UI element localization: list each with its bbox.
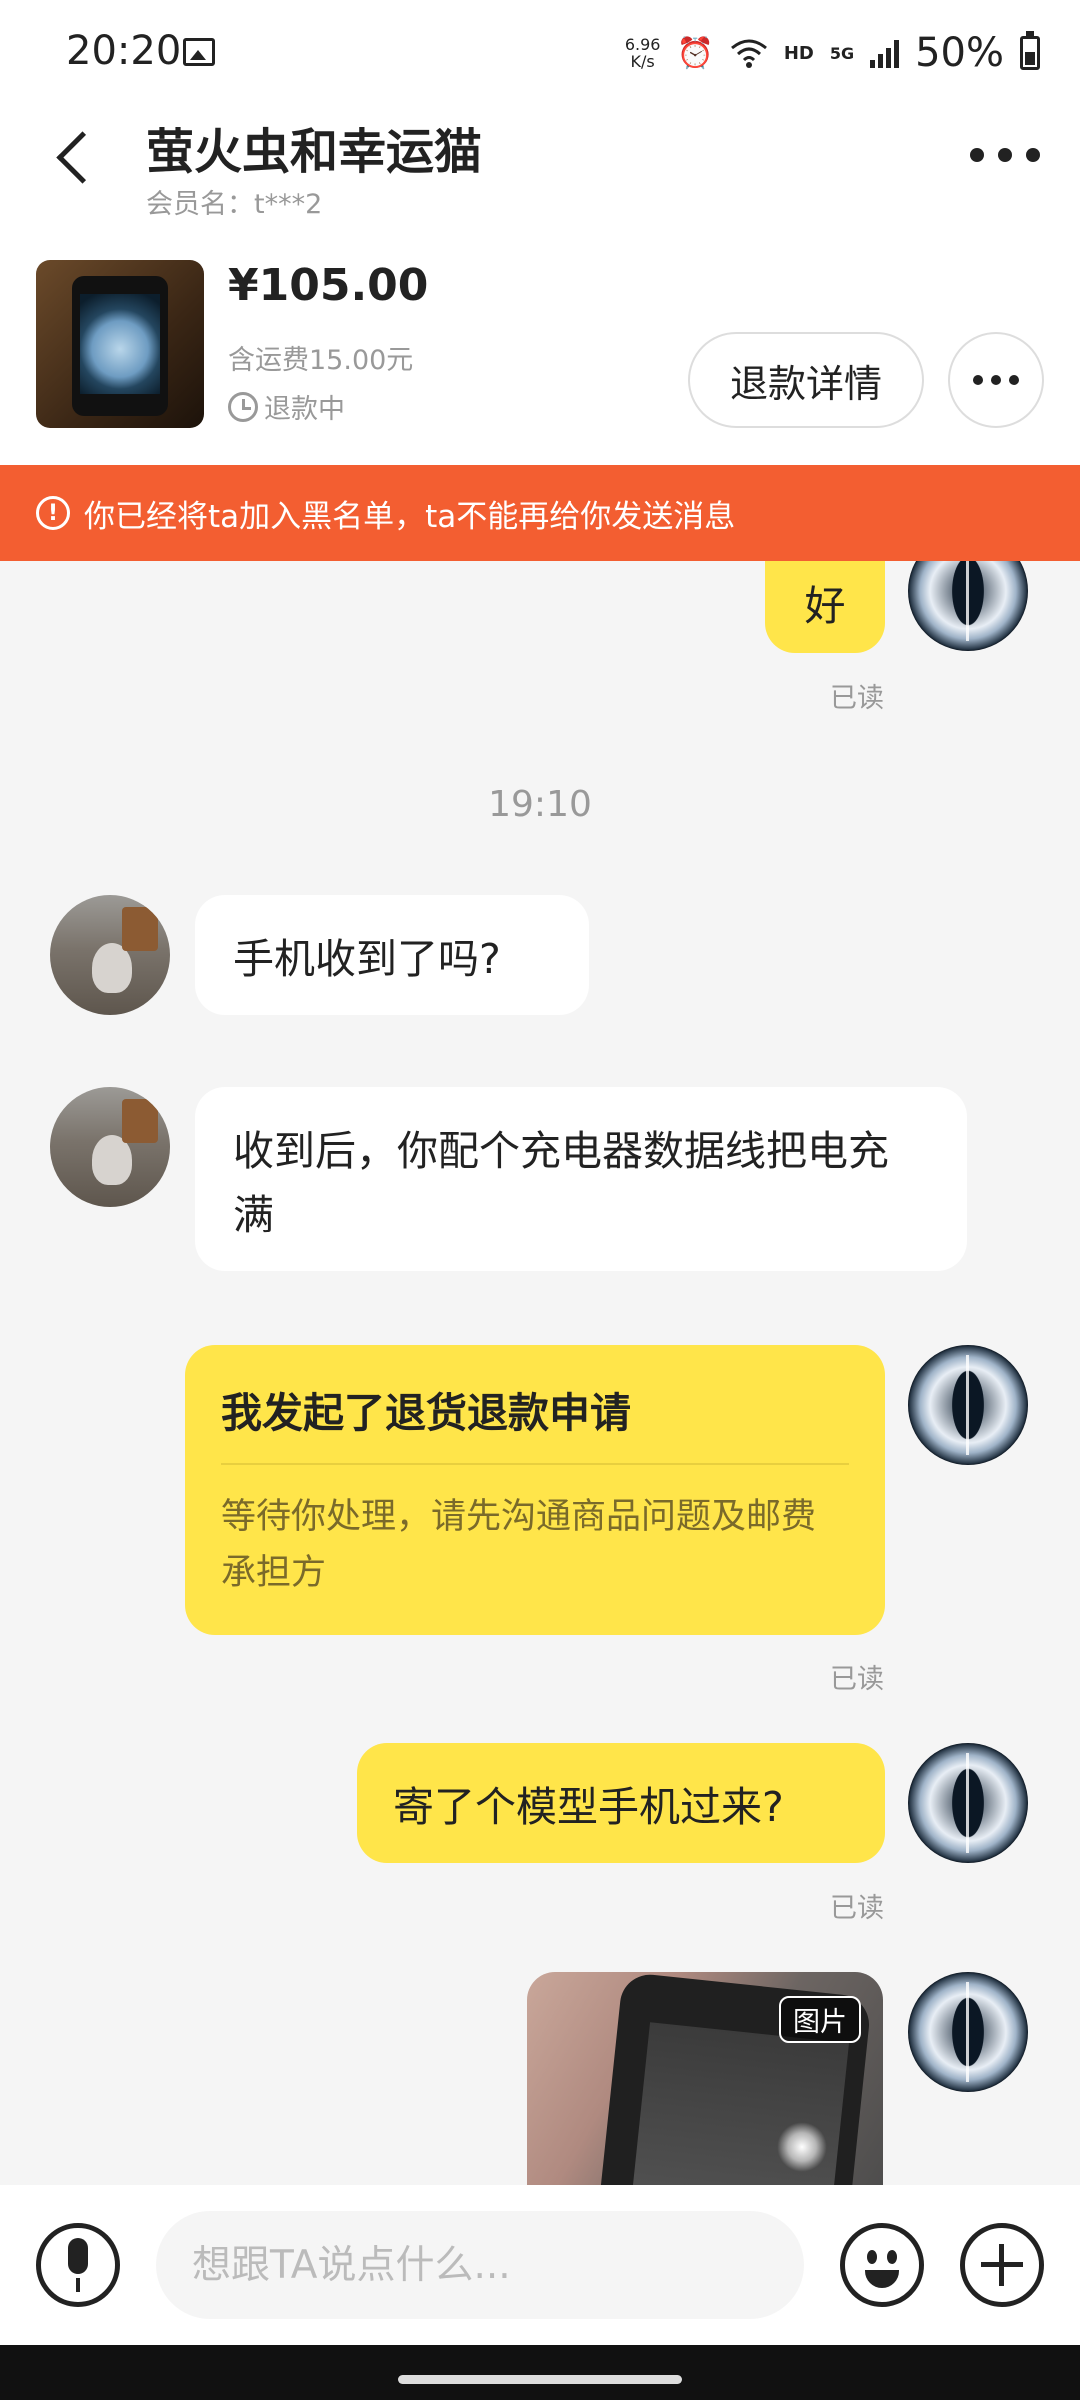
clock-icon [228,391,258,422]
image-tag: 图片 [779,1996,861,2043]
net-speed: 6.96 K/s [625,36,661,70]
hd-indicator: HD [783,42,814,64]
battery-percent: 50% [915,30,1004,76]
refund-details-button[interactable]: 退款详情 [688,332,924,428]
emoji-button[interactable] [840,2223,924,2307]
blacklist-message: 你已经将ta加入黑名单，ta不能再给你发送消息 [84,498,736,535]
signal-icon [870,38,900,68]
alarm-icon: ⏰ [676,35,714,71]
avatar[interactable] [908,561,1028,651]
blacklist-banner: ! 你已经将ta加入黑名单，ta不能再给你发送消息 [0,465,1080,561]
net-speed-value: 6.96 [624,35,661,54]
message-bubble-self[interactable]: 寄了个模型手机过来? [357,1743,885,1863]
product-card[interactable]: ¥105.00 含运费15.00元 退款中 退款详情 [0,225,1080,465]
refund-card-title: 我发起了退货退款申请 [221,1389,631,1437]
voice-input-button[interactable] [36,2223,120,2307]
message-bubble-self[interactable]: 好 [765,561,885,653]
image-message[interactable]: 图片 [527,1972,883,2185]
product-more-button[interactable] [948,332,1044,428]
refund-status: 退款中 [228,387,345,426]
avatar[interactable] [908,1345,1028,1465]
network-type: 5G [829,43,855,63]
read-receipt: 已读 [830,1664,884,1695]
input-bar [0,2185,1080,2345]
status-time: 20:20 [66,28,182,74]
message-bubble-other[interactable]: 手机收到了吗? [195,895,589,1015]
add-attachment-button[interactable] [960,2223,1044,2307]
status-bar: 20:20 6.96 K/s ⏰ HD 5G 50% [0,0,1080,100]
battery-icon [1020,31,1040,70]
home-gesture-handle[interactable] [398,2375,682,2384]
message-text: 好 [804,582,846,630]
avatar[interactable] [908,1743,1028,1863]
message-input[interactable] [156,2211,804,2319]
net-speed-unit: K/s [630,52,655,71]
avatar[interactable] [908,1972,1028,2092]
more-options-button[interactable] [970,140,1040,170]
alert-icon: ! [36,496,70,530]
message-text: 手机收到了吗? [233,935,501,983]
message-bubble-other[interactable]: 收到后，你配个充电器数据线把电充满 [195,1087,967,1271]
avatar[interactable] [50,1087,170,1207]
product-thumbnail[interactable] [36,260,204,428]
read-receipt: 已读 [830,1893,884,1924]
read-receipt: 已读 [830,683,884,714]
back-button[interactable] [50,125,100,185]
refund-request-card[interactable]: 我发起了退货退款申请 等待你处理，请先沟通商品问题及邮费承担方 [185,1345,885,1635]
time-separator: 19:10 [488,784,592,825]
refund-card-description: 等待你处理，请先沟通商品问题及邮费承担方 [221,1497,817,1593]
image-notification-icon [183,38,215,66]
navigation-bar [0,2345,1080,2400]
avatar[interactable] [50,895,170,1015]
status-indicators: 6.96 K/s ⏰ HD 5G 50% [625,30,1040,76]
chat-header: 萤火虫和幸运猫 会员名：t***2 [0,100,1080,225]
message-text: 收到后，你配个充电器数据线把电充满 [233,1127,889,1239]
product-price: ¥105.00 [228,260,429,311]
page-title: 萤火虫和幸运猫 [146,124,483,180]
chat-messages[interactable]: 好 已读 19:10 手机收到了吗? 收到后，你配个充电器数据线把电充满 我发起… [0,561,1080,2185]
member-name: 会员名：t***2 [146,189,323,220]
card-divider [221,1463,849,1465]
refund-status-label: 退款中 [264,394,345,425]
shipping-fee: 含运费15.00元 [228,345,414,376]
message-text: 寄了个模型手机过来? [393,1783,784,1831]
wifi-icon [730,39,767,68]
